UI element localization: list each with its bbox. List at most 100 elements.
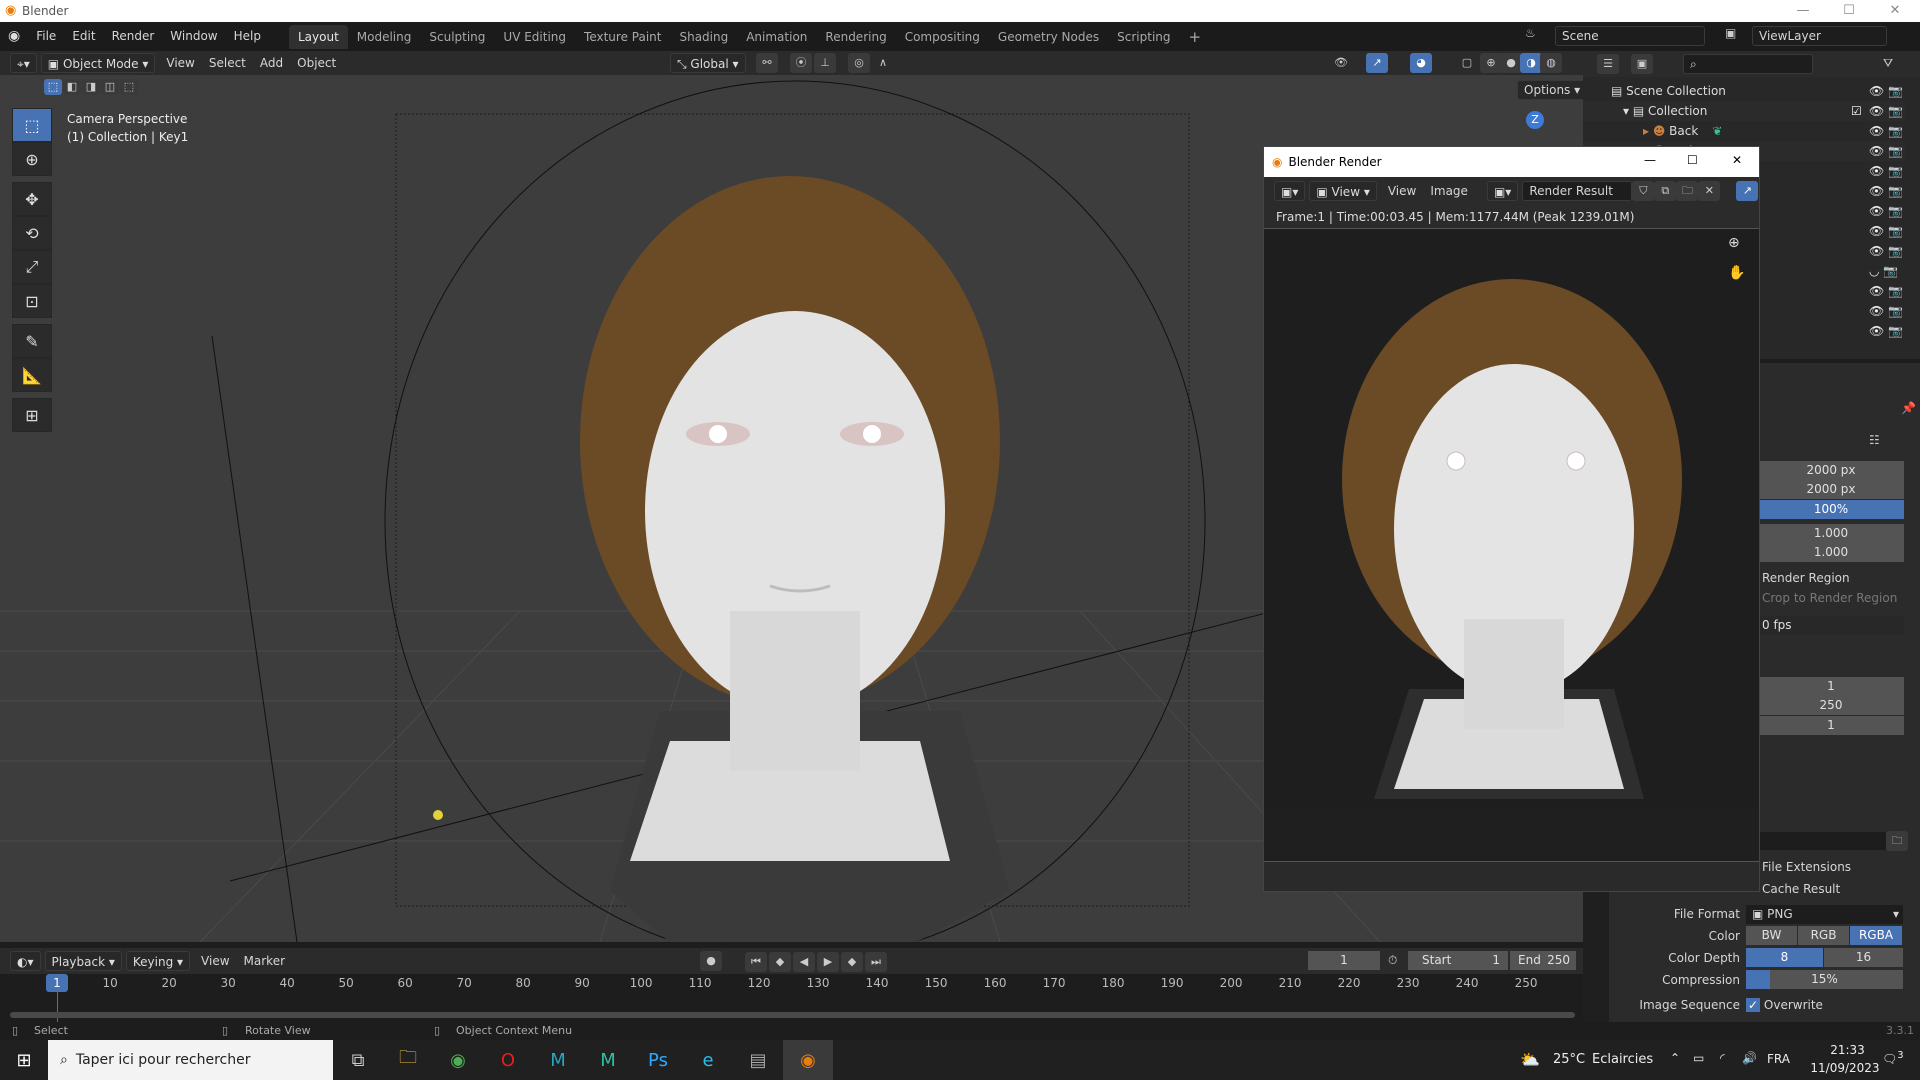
render-result-image[interactable]: [1264, 229, 1759, 809]
filter-view-icon[interactable]: ▣: [1631, 54, 1653, 74]
collection-row[interactable]: ▾ ▤ Collection ☑: [1583, 101, 1905, 121]
select-new-icon[interactable]: ⬚: [44, 79, 62, 95]
playback-menu[interactable]: Playback ▾: [44, 951, 122, 971]
minimize-button[interactable]: —: [1780, 0, 1826, 22]
render-region-checkbox[interactable]: Render Region: [1762, 571, 1850, 585]
tab-layout[interactable]: Layout: [288, 24, 348, 49]
maya-icon[interactable]: M: [533, 1040, 583, 1080]
select-invert-icon[interactable]: ◫: [101, 79, 119, 95]
color-depth-16-button[interactable]: 16: [1824, 948, 1903, 967]
file-format-dropdown[interactable]: ▣ PNG ▾: [1746, 905, 1903, 924]
gizmo-toggle-icon[interactable]: ↗: [1366, 53, 1388, 73]
render-close-button[interactable]: ✕: [1732, 153, 1742, 167]
duplicate-icon[interactable]: ⧉: [1654, 181, 1677, 201]
stopwatch-icon[interactable]: ⏱: [1388, 953, 1397, 968]
scene-selector[interactable]: Scene: [1555, 26, 1705, 46]
collection-checkbox[interactable]: ☑: [1851, 101, 1862, 121]
aspect-x-field[interactable]: 1.000: [1758, 524, 1904, 543]
presets-icon[interactable]: ☷: [1869, 433, 1880, 447]
color-rgba-button[interactable]: RGBA: [1850, 926, 1902, 945]
unlink-icon[interactable]: ✕: [1698, 181, 1721, 201]
taskbar-search-box[interactable]: ⌕ Taper ici pour rechercher: [48, 1040, 333, 1080]
keying-menu[interactable]: Keying ▾: [125, 951, 191, 971]
resolution-percent-field[interactable]: 100%: [1758, 500, 1904, 519]
next-keyframe-icon[interactable]: ◆: [841, 952, 863, 972]
editor-type-button[interactable]: ◐▾: [10, 951, 41, 971]
aspect-y-field[interactable]: 1.000: [1758, 543, 1904, 562]
tab-shading[interactable]: Shading: [670, 25, 737, 49]
editor-type-button[interactable]: ▣▾: [1274, 181, 1306, 201]
select-extend-icon[interactable]: ◧: [63, 79, 81, 95]
overlay-toggle-icon[interactable]: ◕: [1410, 53, 1432, 73]
photoshop-icon[interactable]: Ps: [633, 1040, 683, 1080]
rendered-shading-icon[interactable]: ◍: [1540, 53, 1562, 73]
volume-icon[interactable]: 🔊: [1742, 1051, 1757, 1065]
open-folder-icon[interactable]: 🗀: [1676, 181, 1699, 201]
color-depth-8-button[interactable]: 8: [1746, 948, 1823, 967]
language-indicator[interactable]: FRA: [1767, 1052, 1790, 1066]
add-cube-tool[interactable]: ⊞: [12, 398, 52, 432]
menu-render[interactable]: Render: [104, 22, 163, 51]
timeline-menu-view[interactable]: View: [194, 951, 236, 971]
menu-file[interactable]: File: [28, 22, 64, 51]
pin-icon[interactable]: 📌: [1901, 401, 1916, 415]
file-explorer-icon[interactable]: 🗀: [383, 1040, 433, 1080]
snap-target-icon[interactable]: ⊥: [814, 53, 836, 73]
tab-uv-editing[interactable]: UV Editing: [494, 25, 575, 49]
head-model[interactable]: [580, 176, 1010, 942]
notifications-icon[interactable]: 🗨3: [1882, 1050, 1904, 1066]
annotate-tool[interactable]: ✎: [12, 324, 52, 358]
timeline-menu-marker[interactable]: Marker: [237, 951, 292, 971]
mudbox-icon[interactable]: M: [583, 1040, 633, 1080]
viewport-menu-object[interactable]: Object: [290, 53, 343, 73]
image-menu-image[interactable]: Image: [1423, 181, 1475, 201]
blender-menu-icon[interactable]: ◉: [0, 22, 28, 51]
task-view-icon[interactable]: ⧉: [333, 1040, 383, 1080]
tab-geometry-nodes[interactable]: Geometry Nodes: [989, 25, 1108, 49]
close-button[interactable]: ✕: [1872, 0, 1918, 22]
transform-tool[interactable]: ⊡: [12, 284, 52, 318]
solid-shading-icon[interactable]: ●: [1500, 53, 1522, 73]
image-browse-button[interactable]: ▣▾: [1486, 181, 1519, 201]
measure-tool[interactable]: 📐: [12, 358, 52, 392]
color-rgb-button[interactable]: RGB: [1798, 926, 1849, 945]
file-extensions-checkbox[interactable]: File Extensions: [1762, 860, 1851, 874]
render-maximize-button[interactable]: ☐: [1687, 153, 1698, 167]
tab-animation[interactable]: Animation: [737, 25, 816, 49]
select-intersect-icon[interactable]: ⬚: [120, 79, 138, 95]
edge-icon[interactable]: e: [683, 1040, 733, 1080]
maximize-button[interactable]: ☐: [1826, 0, 1872, 22]
menu-edit[interactable]: Edit: [64, 22, 103, 51]
cache-result-checkbox[interactable]: Cache Result: [1762, 882, 1840, 896]
tab-sculpting[interactable]: Sculpting: [420, 25, 494, 49]
opera-icon[interactable]: O: [483, 1040, 533, 1080]
snap-icon[interactable]: ⦿: [790, 53, 812, 73]
timeline-scrollbar[interactable]: [10, 1012, 1575, 1018]
menu-window[interactable]: Window: [162, 22, 225, 51]
scene-collection-row[interactable]: ▤ Scene Collection: [1583, 81, 1905, 101]
viewport-menu-select[interactable]: Select: [202, 53, 253, 73]
weather-text[interactable]: Eclaircies: [1592, 1052, 1653, 1067]
play-icon[interactable]: ▶: [817, 952, 839, 972]
hand-pan-icon[interactable]: ✋: [1728, 265, 1745, 281]
frame-step-field[interactable]: 1: [1758, 716, 1904, 735]
select-subtract-icon[interactable]: ◨: [82, 79, 100, 95]
wifi-icon[interactable]: ◜: [1720, 1051, 1725, 1065]
resolution-y-field[interactable]: 2000 px: [1758, 480, 1904, 499]
current-frame-field[interactable]: 1: [1308, 951, 1380, 970]
frame-rate-dropdown[interactable]: 0 fps: [1758, 616, 1904, 635]
jump-end-icon[interactable]: ⏭: [865, 952, 887, 972]
mode-selector[interactable]: ▣ Object Mode ▾: [40, 53, 156, 73]
tab-rendering[interactable]: Rendering: [816, 25, 895, 49]
gizmo-toggle-icon[interactable]: ↗: [1736, 181, 1759, 201]
menu-help[interactable]: Help: [226, 22, 269, 51]
frame-end-field[interactable]: 250: [1758, 696, 1904, 715]
compression-slider[interactable]: 15%: [1746, 970, 1903, 989]
options-dropdown[interactable]: Options ▾: [1517, 80, 1588, 100]
view-layer-selector[interactable]: ViewLayer: [1752, 26, 1887, 46]
prev-keyframe-icon[interactable]: ◆: [769, 952, 791, 972]
blender-taskbar-icon[interactable]: ◉: [783, 1040, 833, 1080]
image-menu-view[interactable]: View: [1381, 181, 1423, 201]
proportional-edit-icon[interactable]: ◎: [848, 53, 870, 73]
crop-region-checkbox[interactable]: Crop to Render Region: [1762, 591, 1897, 605]
